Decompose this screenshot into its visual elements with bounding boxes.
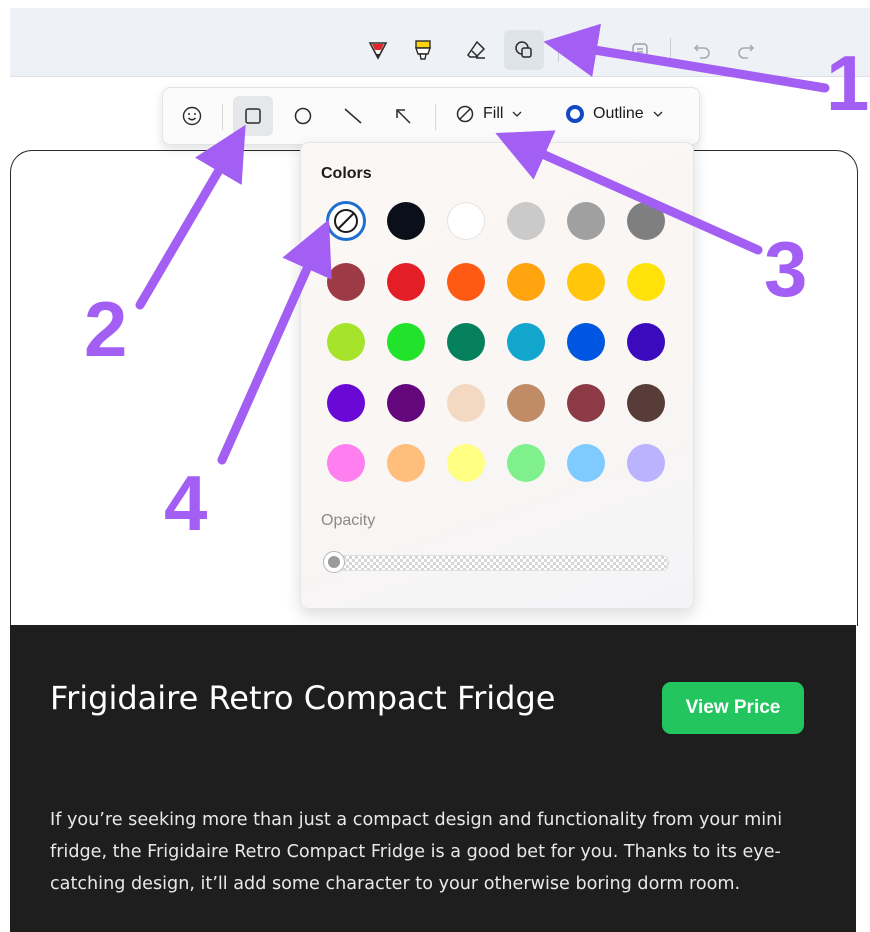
color-swatch[interactable] [627, 323, 665, 361]
color-swatch[interactable] [327, 323, 365, 361]
highlighter-icon[interactable] [403, 30, 443, 70]
fill-label: Fill [483, 105, 504, 122]
chevron-down-icon [512, 111, 522, 117]
color-swatch[interactable] [447, 202, 485, 240]
emoji-icon[interactable] [172, 96, 212, 136]
line-icon[interactable] [333, 96, 373, 136]
ruler-icon[interactable] [570, 30, 610, 70]
outline-color-icon [566, 105, 584, 123]
top-toolbar [10, 8, 870, 76]
color-swatch[interactable] [387, 202, 425, 240]
colors-heading: Colors [321, 165, 372, 182]
color-swatch[interactable] [507, 323, 545, 361]
color-swatch[interactable] [567, 262, 605, 301]
color-swatch[interactable] [627, 383, 665, 422]
color-swatch[interactable] [387, 383, 425, 422]
outline-label: Outline [593, 105, 644, 122]
color-swatch[interactable] [507, 202, 545, 240]
article-description: If you’re seeking more than just a compa… [50, 810, 783, 894]
color-swatch[interactable] [627, 202, 665, 240]
color-swatch[interactable] [327, 383, 365, 422]
color-swatch[interactable] [387, 444, 425, 482]
color-swatch[interactable] [567, 444, 605, 482]
color-swatch[interactable] [327, 444, 365, 482]
no-fill-icon [456, 105, 474, 123]
color-swatch[interactable] [447, 444, 485, 482]
rectangle-icon[interactable] [233, 96, 273, 136]
arrow-icon[interactable] [383, 96, 423, 136]
chevron-down-icon [653, 111, 663, 117]
crop-icon[interactable] [620, 30, 660, 70]
undo-icon[interactable] [682, 30, 722, 70]
no-color-swatch[interactable] [326, 201, 366, 241]
color-swatch[interactable] [327, 262, 365, 301]
color-swatch[interactable] [627, 262, 665, 301]
color-swatch[interactable] [627, 444, 665, 482]
color-swatch[interactable] [387, 323, 425, 361]
opacity-slider-thumb[interactable] [323, 551, 345, 573]
shapes-toolbar: Fill Outline [162, 87, 700, 145]
color-swatch[interactable] [387, 262, 425, 301]
toolbar-divider [10, 76, 870, 77]
no-color-icon [334, 209, 358, 233]
ballpoint-pen-icon[interactable] [358, 30, 398, 70]
color-swatch[interactable] [567, 202, 605, 240]
redo-icon[interactable] [726, 30, 766, 70]
outline-dropdown[interactable]: Outline [565, 104, 664, 124]
fill-dropdown[interactable]: Fill [455, 104, 523, 124]
toolbar-divider [222, 104, 223, 130]
eraser-icon[interactable] [456, 30, 496, 70]
color-swatch[interactable] [567, 323, 605, 361]
color-swatch[interactable] [507, 444, 545, 482]
color-swatch[interactable] [567, 383, 605, 422]
article-title: Frigidaire Retro Compact Fridge [50, 679, 556, 717]
color-swatch[interactable] [447, 323, 485, 361]
shapes-icon[interactable] [504, 30, 544, 70]
toolbar-divider [558, 38, 559, 62]
color-swatch[interactable] [507, 383, 545, 422]
color-swatch[interactable] [447, 383, 485, 422]
circle-icon[interactable] [283, 96, 323, 136]
opacity-label: Opacity [321, 512, 376, 529]
toolbar-divider [435, 104, 436, 130]
view-price-button[interactable]: View Price [662, 682, 804, 734]
color-swatch[interactable] [447, 262, 485, 301]
toolbar-divider [670, 38, 671, 62]
opacity-slider[interactable] [327, 555, 669, 571]
color-swatch[interactable] [507, 262, 545, 301]
color-picker-popup: Colors Opacity [300, 142, 694, 609]
